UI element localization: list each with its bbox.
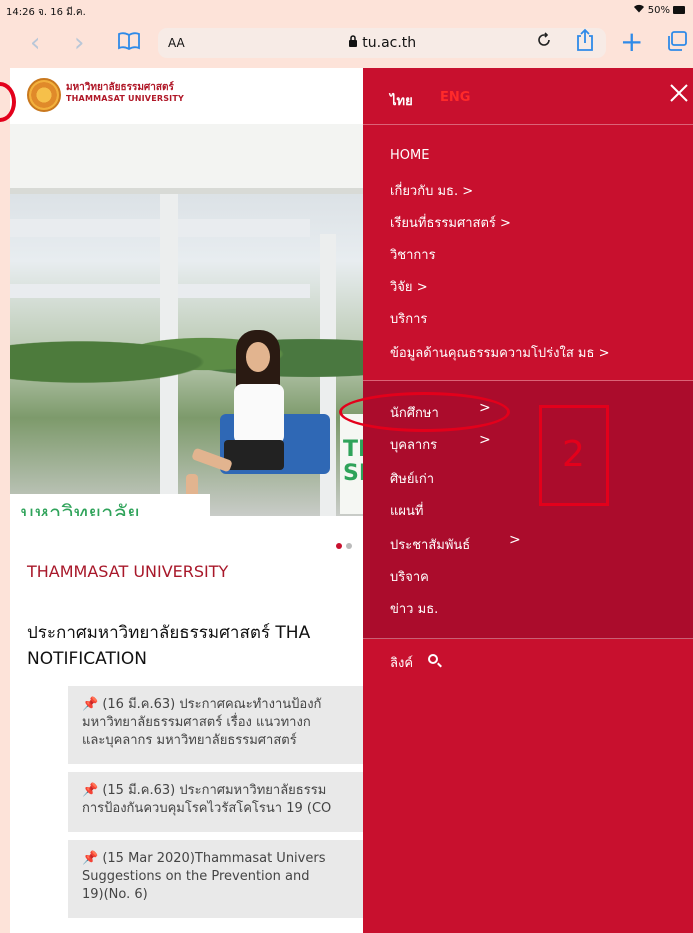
chevron-right-icon: > xyxy=(598,346,610,361)
menu-item-news[interactable]: ข่าว มธ. xyxy=(390,598,438,619)
student-skirt xyxy=(224,440,284,470)
close-icon[interactable] xyxy=(669,82,689,108)
reload-icon[interactable] xyxy=(536,32,552,52)
notice-item[interactable]: 📌 (16 มี.ค.63) ประกาศคณะทำงานป้องกั มหาว… xyxy=(68,686,363,764)
menu-item-study[interactable]: เรียนที่ธรรมศาสตร์ > xyxy=(390,212,511,233)
chevron-right-icon: > xyxy=(500,216,511,231)
menu-divider xyxy=(363,380,693,381)
share-icon[interactable] xyxy=(576,28,594,55)
bus-roof xyxy=(10,124,363,194)
nav-menu-panel: ไทย ENG HOME เกี่ยวกับ มธ. > เรียนที่ธรร… xyxy=(363,68,693,933)
menu-item-staff[interactable]: บุคลากร xyxy=(390,434,437,455)
notification-heading: ประกาศมหาวิทยาลัยธรรมศาสตร์ THA NOTIFICA… xyxy=(27,623,311,669)
pin-icon: 📌 xyxy=(82,783,99,798)
status-right: 50% xyxy=(633,4,685,16)
carousel-dots[interactable] xyxy=(336,534,356,553)
status-time: 14:26 จ. 16 มี.ค. xyxy=(6,7,86,18)
menu-item-academics[interactable]: วิชาการ xyxy=(390,244,436,265)
menu-divider xyxy=(363,124,693,125)
status-bar: 14:26 จ. 16 มี.ค. 50% xyxy=(0,0,693,22)
menu-item-services[interactable]: บริการ xyxy=(390,308,427,329)
annotation-step-box: 2 xyxy=(539,405,609,506)
annotation-step-number: 2 xyxy=(562,434,585,475)
menu-item-research[interactable]: วิจัย > xyxy=(390,276,428,297)
chevron-right-icon: > xyxy=(416,280,428,295)
carousel-dot[interactable] xyxy=(346,543,352,549)
menu-item-donate[interactable]: บริจาค xyxy=(390,566,429,587)
back-icon[interactable]: ‹ xyxy=(30,30,40,56)
menu-item-about[interactable]: เกี่ยวกับ มธ. > xyxy=(390,180,473,201)
hero-image[interactable]: THSH มหาวิทยาลัย xyxy=(10,124,363,516)
menu-divider xyxy=(363,638,693,639)
trees-background xyxy=(10,314,363,394)
forward-icon[interactable]: › xyxy=(74,30,84,56)
student-face xyxy=(246,342,270,372)
bus-sign: มหาวิทยาลัย xyxy=(10,494,210,516)
browser-toolbar: ‹ › AA tu.ac.th + xyxy=(0,22,693,62)
menu-links[interactable]: ลิงค์ xyxy=(390,652,413,673)
logo-english-text: THAMMASAT UNIVERSITY xyxy=(66,94,185,103)
menu-item-home[interactable]: HOME xyxy=(390,148,429,163)
chevron-right-icon[interactable]: > xyxy=(479,432,491,448)
pin-icon: 📌 xyxy=(82,697,99,712)
lang-thai-link[interactable]: ไทย xyxy=(390,90,413,111)
lang-eng-link[interactable]: ENG xyxy=(440,90,470,105)
bus-side-text: THSH xyxy=(343,437,363,486)
notice-item[interactable]: 📌 (15 มี.ค.63) ประกาศมหาวิทยาลัยธรรม การ… xyxy=(68,772,363,832)
site-title: THAMMASAT UNIVERSITY xyxy=(27,562,229,581)
menu-item-pr[interactable]: ประชาสัมพันธ์ xyxy=(390,534,470,555)
battery-percent: 50% xyxy=(647,4,670,16)
chevron-right-icon: > xyxy=(462,184,474,199)
wifi-icon xyxy=(633,4,645,16)
tabs-icon[interactable] xyxy=(666,31,688,54)
student-shirt xyxy=(234,384,284,444)
site-logo[interactable]: มหาวิทยาลัยธรรมศาสตร์ THAMMASAT UNIVERSI… xyxy=(10,68,363,124)
university-seal-icon xyxy=(27,78,61,112)
annotation-highlight-ellipse xyxy=(339,392,510,432)
bookmarks-icon[interactable] xyxy=(118,32,140,53)
menu-item-alumni[interactable]: ศิษย์เก่า xyxy=(390,468,434,489)
address-bar[interactable]: AA tu.ac.th xyxy=(158,28,606,58)
search-icon[interactable] xyxy=(428,654,438,664)
carousel-dot-active[interactable] xyxy=(336,543,342,549)
menu-item-transparency[interactable]: ข้อมูลด้านคุณธรรมความโปร่งใส มธ > xyxy=(390,342,609,363)
pin-icon: 📌 xyxy=(82,851,99,866)
battery-icon xyxy=(673,6,685,14)
notice-item[interactable]: 📌 (15 Mar 2020)Thammasat Univers Suggest… xyxy=(68,840,363,918)
new-tab-icon[interactable]: + xyxy=(620,28,643,56)
lock-icon xyxy=(348,35,357,47)
logo-thai-text: มหาวิทยาลัยธรรมศาสตร์ xyxy=(66,82,174,93)
chevron-right-icon[interactable]: > xyxy=(509,532,521,548)
menu-item-map[interactable]: แผนที่ xyxy=(390,500,423,521)
web-page: มหาวิทยาลัยธรรมศาสตร์ THAMMASAT UNIVERSI… xyxy=(10,68,363,933)
